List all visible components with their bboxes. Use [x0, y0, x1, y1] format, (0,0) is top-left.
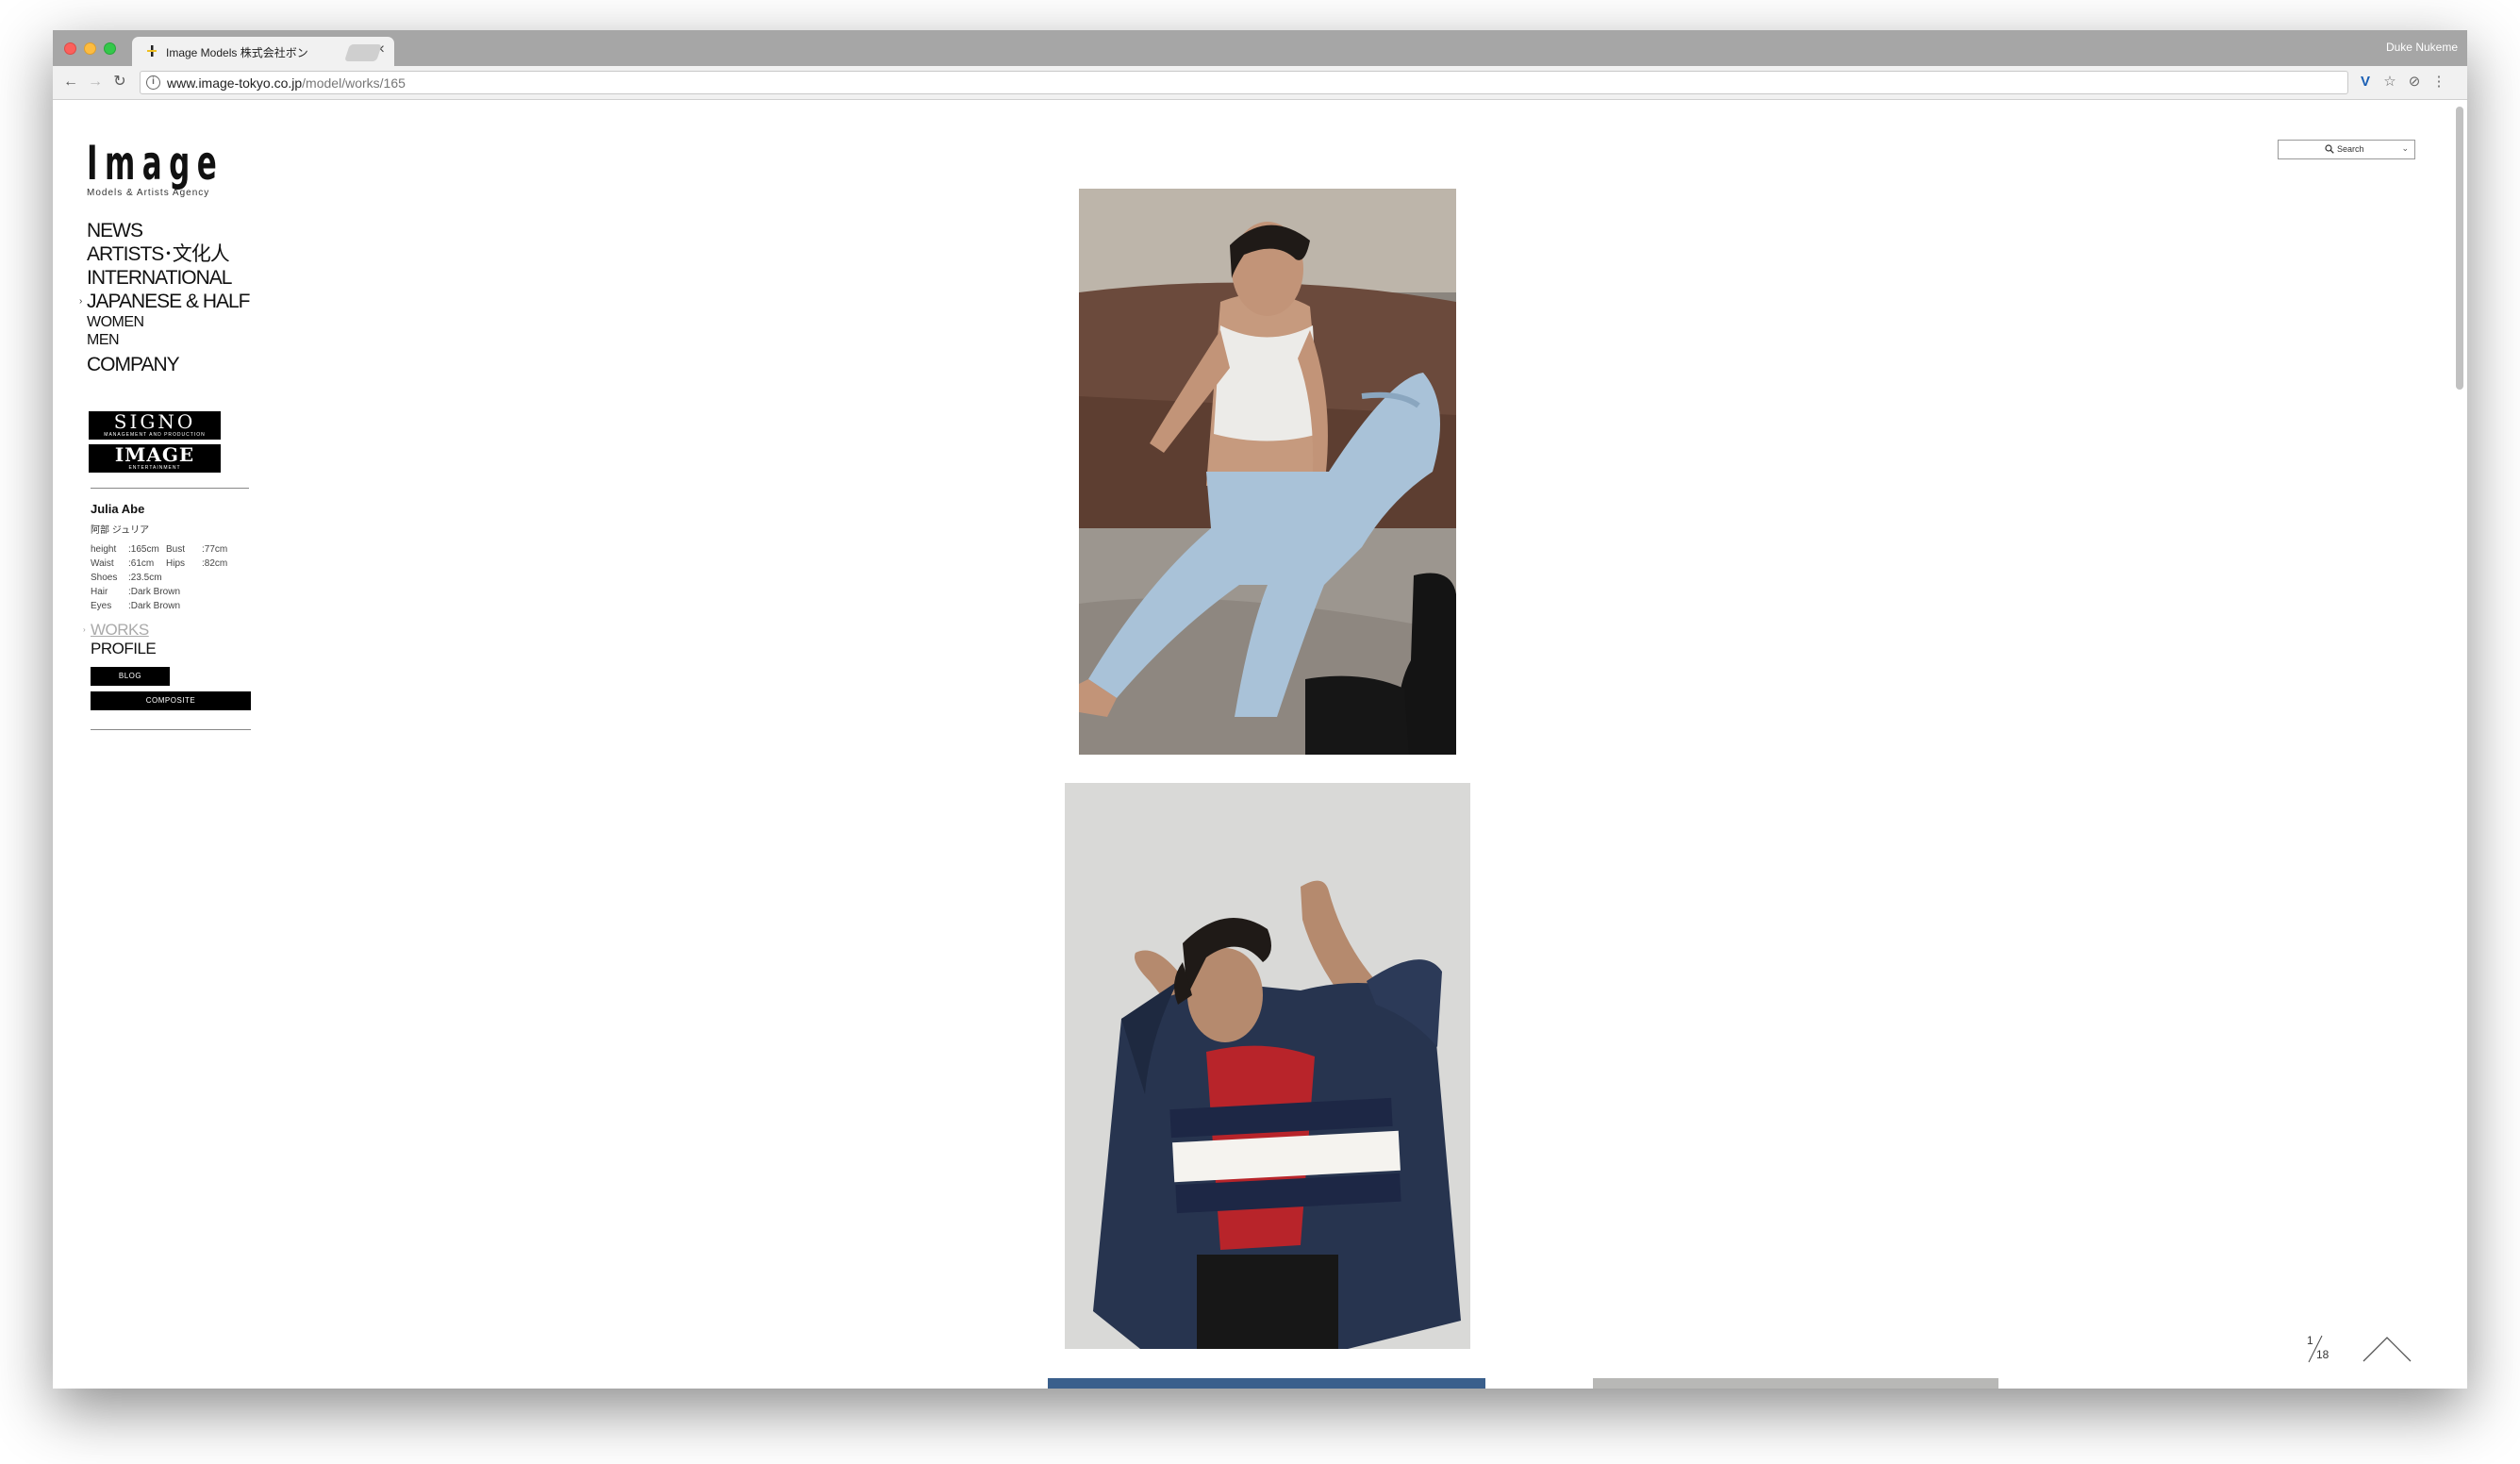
stat-value: :77cm	[202, 544, 228, 555]
works-photo[interactable]	[1048, 1378, 1485, 1389]
nav-japanese-half-row: › JAPANESE & HALF	[79, 290, 251, 313]
stat-value: :165cm	[128, 544, 159, 555]
stat-label: Shoes	[91, 573, 118, 583]
stat-value: :Dark Brown	[128, 601, 181, 611]
reload-icon[interactable]: ↻	[109, 72, 130, 92]
search-icon	[2325, 144, 2334, 154]
new-tab-button[interactable]	[344, 44, 382, 61]
page-scrollbar[interactable]	[2456, 107, 2463, 390]
sidebar-divider	[91, 488, 249, 489]
image-banner-subtitle: ENTERTAINMENT	[128, 465, 181, 471]
tab-strip: Image Models 株式会社ボン × Duke Nukeme	[53, 30, 2467, 66]
search-label: Search	[2337, 144, 2364, 154]
stat-row: Waist :61cm Hips :82cm	[91, 557, 241, 571]
works-photo[interactable]	[1065, 783, 1470, 1349]
nav-international[interactable]: INTERNATIONAL	[87, 266, 250, 290]
stat-row: Hair :Dark Brown	[91, 585, 241, 599]
stat-row: height :165cm Bust :77cm	[91, 542, 241, 557]
stat-row: Eyes :Dark Brown	[91, 599, 241, 613]
image-banner-title: IMAGE	[114, 443, 195, 466]
stat-label: Hair	[91, 587, 108, 597]
stat-label: Hips	[166, 558, 186, 569]
back-to-top-icon[interactable]	[2362, 1335, 2412, 1363]
blog-button[interactable]: BLOG	[91, 667, 170, 686]
model-name-kana: 阿部 ジュリア	[91, 525, 150, 536]
model-name: Julia Abe	[91, 502, 145, 516]
chevron-down-icon: ⌄	[2401, 143, 2409, 153]
nav-news[interactable]: NEWS	[87, 219, 250, 242]
chevron-right-icon: ›	[79, 296, 83, 307]
stat-value: :82cm	[202, 558, 228, 569]
works-photo[interactable]	[1593, 1378, 1998, 1389]
web-page: Image Models & Artists Agency NEWS ARTIS…	[53, 101, 2467, 1389]
extension-circle-icon[interactable]: ⊘	[2405, 73, 2424, 92]
browser-window: Image Models 株式会社ボン × Duke Nukeme ← → ↻ …	[53, 30, 2467, 1389]
model-stats: height :165cm Bust :77cm Waist :61cm Hips :8…	[91, 542, 241, 613]
model-section-nav: › WORKS PROFILE	[83, 621, 157, 658]
site-logo[interactable]: Image Models & Artists Agency	[87, 136, 307, 198]
nav-women[interactable]: WOMEN	[87, 313, 250, 331]
tab-title: Image Models 株式会社ボン	[166, 46, 308, 59]
sidebar-divider-bottom	[91, 729, 251, 730]
nav-company[interactable]: COMPANY	[87, 353, 250, 376]
stat-label: Eyes	[91, 601, 112, 611]
back-arrow-icon[interactable]: ←	[60, 72, 81, 92]
stat-label: Bust	[166, 544, 186, 555]
bookmark-star-icon[interactable]: ☆	[2380, 73, 2399, 92]
stat-value: :61cm	[128, 558, 155, 569]
signo-banner-title: SIGNO	[113, 410, 196, 433]
browser-toolbar: ← → ↻ i www.image-tokyo.co.jp/model/work…	[53, 66, 2467, 100]
forward-arrow-icon[interactable]: →	[85, 72, 106, 92]
favicon-icon	[147, 45, 157, 57]
composite-button[interactable]: COMPOSITE	[91, 691, 251, 710]
logo-wordmark: Image	[87, 136, 224, 191]
close-window-button[interactable]	[64, 42, 76, 55]
nav-men[interactable]: MEN	[87, 331, 250, 349]
address-bar[interactable]: i www.image-tokyo.co.jp/model/works/165	[140, 71, 2348, 94]
photo-model-denim-jacket	[1065, 783, 1470, 1349]
profile-name[interactable]: Duke Nukeme	[2386, 41, 2458, 54]
minimize-window-button[interactable]	[84, 42, 96, 55]
url-text[interactable]: www.image-tokyo.co.jp/model/works/165	[167, 75, 406, 91]
extension-v-icon[interactable]: V	[2356, 73, 2375, 92]
chevron-right-icon: ›	[83, 625, 86, 634]
url-path: /model/works/165	[302, 75, 406, 91]
profile-link[interactable]: PROFILE	[91, 640, 157, 658]
maximize-window-button[interactable]	[104, 42, 116, 55]
nav-japanese-half[interactable]: JAPANESE & HALF	[87, 290, 251, 313]
search-dropdown[interactable]: Search ⌄	[2278, 140, 2415, 159]
stat-value: :23.5cm	[128, 573, 162, 583]
window-controls	[64, 42, 116, 55]
image-entertainment-banner[interactable]: IMAGE ENTERTAINMENT	[89, 444, 221, 473]
photo-model-sofa	[1079, 189, 1456, 755]
info-icon[interactable]: i	[146, 75, 160, 90]
photo-pager: 1 18	[2301, 1334, 2339, 1366]
signo-banner[interactable]: SIGNO MANAGEMENT AND PRODUCTION	[89, 411, 221, 440]
stat-label: Waist	[91, 558, 114, 569]
menu-dots-icon[interactable]: ⋮	[2429, 73, 2448, 92]
pager-total: 18	[2316, 1348, 2329, 1361]
url-host: www.image-tokyo.co.jp	[167, 75, 303, 91]
stat-row: Shoes :23.5cm	[91, 571, 241, 585]
stat-value: :Dark Brown	[128, 587, 181, 597]
main-nav: NEWS ARTISTS･文化人 INTERNATIONAL › JAPANES…	[79, 219, 251, 376]
works-photo[interactable]	[1079, 189, 1456, 755]
nav-artists[interactable]: ARTISTS･文化人	[87, 242, 250, 266]
signo-banner-subtitle: MANAGEMENT AND PRODUCTION	[104, 432, 206, 438]
works-link[interactable]: WORKS	[91, 621, 156, 640]
stat-label: height	[91, 544, 117, 555]
